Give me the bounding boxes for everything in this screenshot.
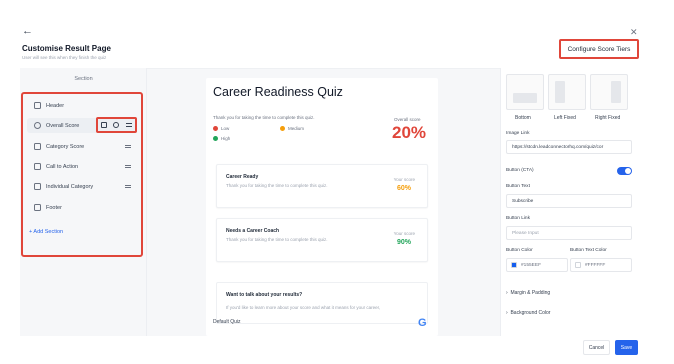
legend-label: Medium — [288, 126, 305, 131]
section-item-label: Footer — [46, 204, 62, 211]
cta-title: Want to talk about your results? — [226, 292, 303, 298]
layout-label: Bottom — [515, 115, 531, 121]
tier-name: Needs a Career Coach — [226, 228, 280, 234]
chevron-right-icon: › — [506, 290, 508, 296]
page-subtitle: User will see this when they finish the … — [22, 55, 107, 60]
page-title: Customise Result Page — [22, 44, 111, 53]
drag-handle-icon[interactable] — [125, 123, 132, 127]
button-text-label: Button Text — [506, 184, 530, 189]
tier-card: Needs a Career Coach Thank you for takin… — [216, 218, 428, 262]
thanks-text: Thank you for taking the time to complet… — [213, 115, 315, 120]
cta-card: Want to talk about your results? If you'… — [216, 282, 428, 324]
configure-score-tiers-button[interactable]: Configure Score Tiers — [559, 39, 639, 59]
accordion-label: Margin & Padding — [510, 290, 551, 296]
drag-handle-icon[interactable] — [125, 165, 131, 168]
drag-handle-icon[interactable] — [125, 185, 131, 188]
google-logo-icon: G — [418, 317, 427, 329]
button-text-color-label: Button Text Color — [570, 248, 607, 253]
section-item-label: Call to Action — [46, 163, 79, 170]
section-item-footer[interactable]: Footer — [27, 200, 137, 215]
score-icon — [34, 122, 41, 129]
tier-desc: Thank you for taking the time to complet… — [226, 183, 328, 188]
cancel-button[interactable]: Cancel — [583, 340, 610, 355]
button-text-color-input[interactable]: #FFFFFF — [570, 258, 632, 272]
header-icon — [34, 102, 41, 109]
legend-high: High — [213, 136, 230, 141]
button-color-label: Button Color — [506, 248, 533, 253]
cta-icon — [34, 163, 41, 170]
button-text-input[interactable]: Subscribe — [506, 194, 632, 208]
delete-icon[interactable] — [101, 122, 108, 128]
section-item-label: Overall Score — [46, 122, 80, 129]
layout-right-icon — [611, 81, 621, 103]
close-icon[interactable]: ✕ — [630, 28, 638, 37]
save-button[interactable]: Save — [615, 340, 638, 355]
overall-score-value: 20% — [392, 123, 427, 142]
legend-label: High — [221, 136, 231, 141]
layout-label: Right Fixed — [595, 115, 621, 121]
image-link-input[interactable]: https://stcdn.leadconnectorhq.com/quiz/c… — [506, 140, 632, 154]
section-item-header[interactable]: Header — [27, 98, 137, 113]
footer-text: Default Quiz — [213, 319, 241, 325]
medium-dot-icon — [280, 126, 285, 131]
back-arrow-icon[interactable]: ← — [22, 26, 33, 37]
layout-bottom-icon — [513, 93, 537, 103]
high-dot-icon — [213, 136, 218, 141]
individual-icon — [34, 183, 41, 190]
result-preview: Career Readiness Quiz Thank you for taki… — [206, 78, 438, 336]
eye-icon[interactable] — [113, 122, 120, 128]
background-color-accordion[interactable]: › Background Color — [506, 310, 634, 316]
tier-score: 60% — [396, 185, 411, 192]
add-section-button[interactable]: + Add Section — [29, 229, 63, 235]
legend-low: Low — [213, 126, 229, 131]
layout-option-right-fixed[interactable] — [590, 74, 628, 110]
button-link-label: Button Link — [506, 216, 531, 221]
quiz-title: Career Readiness Quiz — [213, 85, 343, 99]
chevron-right-icon: › — [506, 310, 508, 316]
tier-desc: Thank you for taking the time to complet… — [226, 237, 328, 242]
toggle-knob — [625, 168, 631, 174]
layout-option-bottom[interactable] — [506, 74, 544, 110]
tier-card: Career Ready Thank you for taking the ti… — [216, 164, 428, 208]
button-color-input[interactable]: #155EEF — [506, 258, 568, 272]
section-item-actions — [96, 117, 137, 133]
legend-label: Low — [221, 126, 230, 131]
tier-name: Career Ready — [226, 174, 259, 180]
color-swatch — [511, 262, 517, 268]
button-text-color-value: #FFFFFF — [585, 262, 606, 268]
section-item-individual-category[interactable]: Individual Category — [27, 179, 137, 194]
category-icon — [34, 143, 41, 150]
button-link-input[interactable]: Please Input — [506, 226, 632, 240]
button-cta-label: Button (CTA) — [506, 168, 534, 173]
layout-option-left-fixed[interactable] — [548, 74, 586, 110]
tier-score: 90% — [396, 239, 411, 246]
section-item-category-score[interactable]: Category Score — [27, 139, 137, 154]
section-item-label: Header — [46, 102, 65, 109]
footer-icon — [34, 204, 41, 211]
tier-your-score-label: Your score — [393, 231, 415, 236]
overall-score-label: Overall score — [394, 117, 421, 122]
legend-medium: Medium — [280, 126, 304, 131]
drag-handle-icon[interactable] — [125, 145, 131, 148]
section-item-label: Individual Category — [46, 183, 94, 190]
section-heading: Section — [74, 76, 93, 82]
low-dot-icon — [213, 126, 218, 131]
section-item-call-to-action[interactable]: Call to Action — [27, 159, 137, 174]
accordion-label: Background Color — [510, 310, 551, 316]
color-swatch — [575, 262, 581, 268]
layout-label: Left Fixed — [554, 115, 576, 121]
margin-padding-accordion[interactable]: › Margin & Padding — [506, 290, 634, 296]
button-color-value: #155EEF — [521, 262, 542, 268]
tier-your-score-label: Your score — [393, 177, 415, 182]
layout-left-icon — [555, 81, 565, 103]
image-link-label: Image Link — [506, 131, 530, 136]
cta-desc: If you'd like to learn more about your s… — [226, 305, 381, 310]
section-item-label: Category Score — [46, 143, 85, 150]
button-cta-toggle[interactable] — [617, 167, 632, 175]
